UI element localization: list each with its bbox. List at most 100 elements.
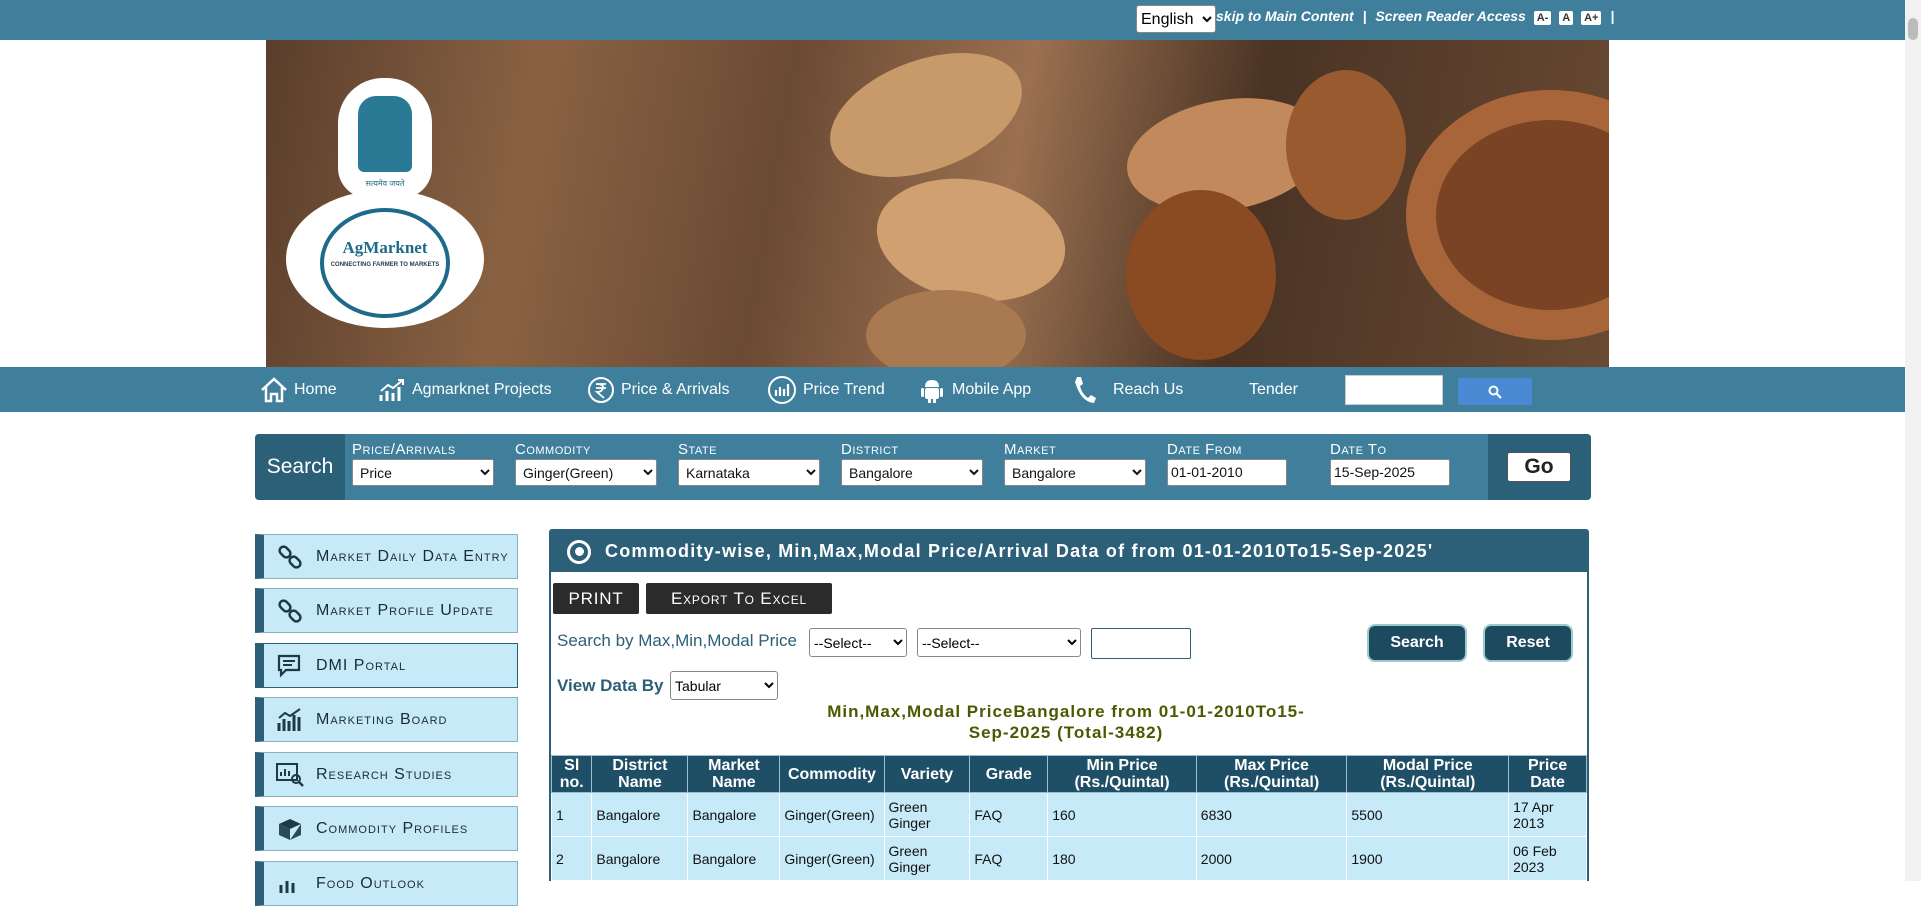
sidebar-item-commodity-profiles[interactable]: Commodity Profiles xyxy=(255,806,518,851)
almond-image xyxy=(813,40,1039,201)
search-panel: Search Price/Arrivals Price Commodity Gi… xyxy=(255,434,1591,500)
hazelnut-image xyxy=(1126,190,1276,360)
view-data-by-select[interactable]: Tabular xyxy=(670,671,778,700)
nav-home[interactable]: Home xyxy=(260,367,337,412)
export-excel-button[interactable]: Export To Excel xyxy=(646,583,832,614)
field-label: Price/Arrivals xyxy=(352,441,456,458)
nav-tender[interactable]: Tender xyxy=(1249,367,1298,412)
column-header[interactable]: Max Price (Rs./Quintal) xyxy=(1195,755,1348,793)
nav-price-arrivals[interactable]: Price & Arrivals xyxy=(587,367,729,412)
nav-label: Mobile App xyxy=(952,380,1032,398)
state-field: State Karnataka xyxy=(678,441,820,486)
nav-label: Price Trend xyxy=(803,380,885,398)
skip-to-main-link[interactable]: skip to Main Content xyxy=(1216,8,1354,24)
table-cell: 5500 xyxy=(1346,792,1510,837)
commodity-select[interactable]: Ginger(Green) xyxy=(515,459,657,486)
field-label: Commodity xyxy=(515,441,591,458)
date-from-input[interactable]: 01-01-2010 xyxy=(1167,459,1287,486)
column-header[interactable]: Grade xyxy=(969,755,1049,793)
table-cell: 2 xyxy=(551,836,593,881)
column-header[interactable]: Variety xyxy=(883,755,971,793)
column-header[interactable]: Modal Price (Rs./Quintal) xyxy=(1346,755,1510,793)
table-cell: 2000 xyxy=(1195,836,1348,881)
screen-reader-link[interactable]: Screen Reader Access xyxy=(1375,8,1525,24)
results-title-line2: Sep-2025 (Total-3482) xyxy=(968,723,1164,742)
nav-label: Reach Us xyxy=(1113,380,1184,398)
results-title: Min,Max,Modal PriceBangalore from 01-01-… xyxy=(801,701,1331,743)
table-cell: Ginger(Green) xyxy=(779,792,885,837)
column-header[interactable]: Price Date xyxy=(1508,755,1587,793)
table-cell: 1900 xyxy=(1346,836,1510,881)
sidebar-item-dmi-portal[interactable]: DMI Portal xyxy=(255,643,518,688)
table-cell: 06 Feb 2023 xyxy=(1508,836,1587,881)
nav-label: Home xyxy=(294,380,337,398)
date-to-input[interactable]: 15-Sep-2025 xyxy=(1330,459,1450,486)
hazelnut-image xyxy=(1286,70,1406,220)
national-emblem-icon xyxy=(358,96,412,172)
market-select[interactable]: Bangalore xyxy=(1004,459,1146,486)
table-cell: 180 xyxy=(1047,836,1197,881)
price-arrivals-select[interactable]: Price xyxy=(352,459,494,486)
table-cell: Bangalore xyxy=(687,792,781,837)
district-select[interactable]: Bangalore xyxy=(841,459,983,486)
scrollbar-thumb[interactable] xyxy=(1908,18,1918,40)
sidebar-item-market-daily-data-entry[interactable]: Market Daily Data Entry xyxy=(255,534,518,579)
nav-mobile-app[interactable]: Mobile App xyxy=(918,367,1031,412)
price-operator-select[interactable]: --Select-- xyxy=(917,628,1081,657)
price-value-input[interactable] xyxy=(1091,628,1191,659)
logo-name: AgMarknet xyxy=(342,238,428,257)
trend-icon xyxy=(768,375,796,404)
column-header[interactable]: Market Name xyxy=(687,755,781,793)
font-normal-button[interactable]: A xyxy=(1559,11,1574,25)
site-search-button[interactable] xyxy=(1458,378,1532,405)
sidebar-item-food-outlook[interactable]: Food Outlook xyxy=(255,861,518,906)
price-type-select[interactable]: --Select-- xyxy=(809,628,907,657)
view-data-by-label: View Data By xyxy=(557,676,664,695)
field-label: Market xyxy=(1004,441,1057,458)
research-icon xyxy=(274,760,306,790)
site-search-input[interactable] xyxy=(1345,375,1443,405)
sidebar-item-research-studies[interactable]: Research Studies xyxy=(255,752,518,797)
sidebar-item-label: Market Profile Update xyxy=(316,601,494,619)
search-button[interactable]: Search xyxy=(1369,626,1465,660)
separator: | xyxy=(1610,8,1615,24)
font-decrease-button[interactable]: A- xyxy=(1533,11,1552,25)
column-header[interactable]: Min Price (Rs./Quintal) xyxy=(1047,755,1197,793)
state-select[interactable]: Karnataka xyxy=(678,459,820,486)
nav-price-trend[interactable]: Price Trend xyxy=(767,367,885,412)
top-bar: English skip to Main Content | Screen Re… xyxy=(0,0,1905,40)
nav-label: Tender xyxy=(1249,380,1298,398)
column-header[interactable]: Sl no. xyxy=(551,755,593,793)
nav-label: Agmarknet Projects xyxy=(412,380,552,398)
font-increase-button[interactable]: A+ xyxy=(1581,11,1602,25)
chart-icon xyxy=(379,378,404,401)
box-icon xyxy=(274,814,306,844)
language-select[interactable]: English xyxy=(1136,5,1216,33)
field-label: Date To xyxy=(1330,441,1387,458)
table-cell: FAQ xyxy=(969,792,1049,837)
market-field: Market Bangalore xyxy=(1004,441,1146,486)
table-cell: Ginger(Green) xyxy=(779,836,885,881)
nav-reach-us[interactable]: Reach Us xyxy=(1071,367,1183,412)
nav-agmarknet-projects[interactable]: Agmarknet Projects xyxy=(378,367,552,412)
radio-icon xyxy=(567,539,591,564)
field-label: State xyxy=(678,441,717,458)
sidebar-item-market-profile-update[interactable]: Market Profile Update xyxy=(255,588,518,633)
reset-button[interactable]: Reset xyxy=(1485,626,1571,660)
table-cell: Bangalore xyxy=(687,836,781,881)
go-button[interactable]: Go xyxy=(1507,452,1571,482)
sidebar-item-label: Marketing Board xyxy=(316,710,448,728)
table-row: 2 Bangalore Bangalore Ginger(Green) Gree… xyxy=(551,836,1587,881)
date-from-field: Date From 01-01-2010 xyxy=(1167,441,1287,486)
go-area: Go xyxy=(1488,434,1591,500)
page-scrollbar[interactable] xyxy=(1905,0,1921,881)
column-header[interactable]: Commodity xyxy=(779,755,885,793)
column-header[interactable]: District Name xyxy=(591,755,689,793)
print-button[interactable]: PRINT xyxy=(553,583,639,614)
agmarknet-logo[interactable]: सत्यमेव जयते AgMarknet CONNECTING FARMER… xyxy=(286,78,484,328)
table-cell: Bangalore xyxy=(591,792,689,837)
phone-icon xyxy=(1075,376,1096,403)
sidebar-item-label: DMI Portal xyxy=(316,656,407,674)
table-cell: 17 Apr 2013 xyxy=(1508,792,1587,837)
sidebar-item-marketing-board[interactable]: Marketing Board xyxy=(255,697,518,742)
